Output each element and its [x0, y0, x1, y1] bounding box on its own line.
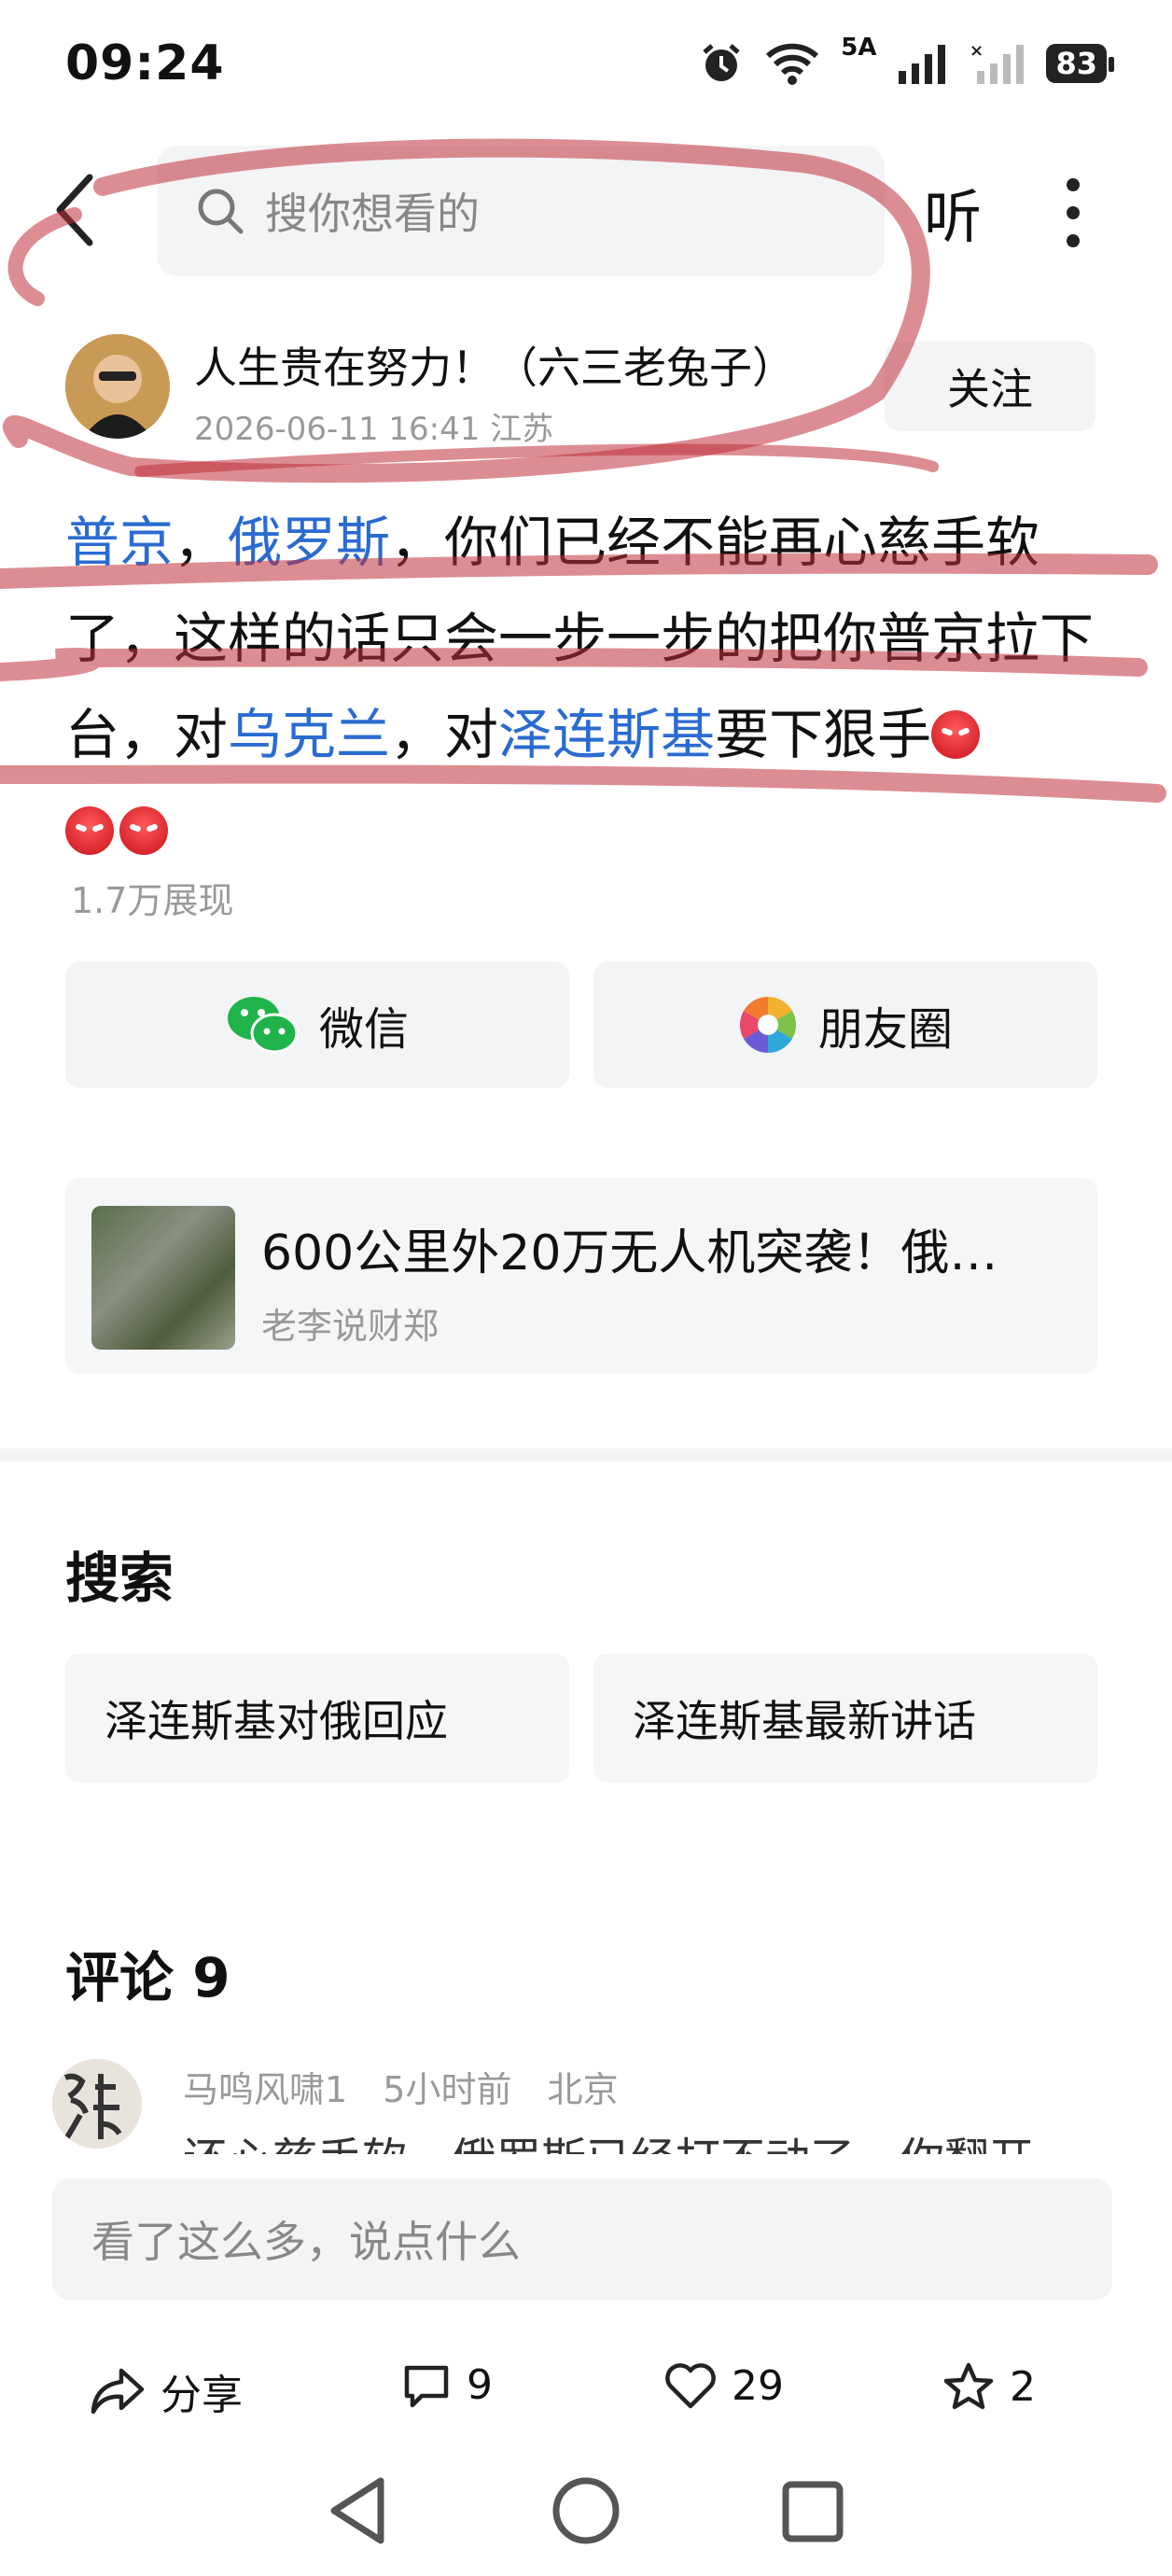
angry-emoji-icon [65, 806, 114, 855]
author-avatar[interactable] [65, 334, 170, 439]
svg-text:×: × [970, 41, 984, 61]
section-divider [0, 1449, 1172, 1462]
favorite-count: 2 [1010, 2362, 1036, 2411]
signal-off-icon: × [970, 41, 1025, 84]
share-moments-label: 朋友圈 [817, 1003, 953, 1056]
search-suggestion-chip[interactable]: 泽连斯基最新讲话 [593, 1654, 1097, 1783]
comment-text: 还心慈手软，俄罗斯已经打不动了，你翻开 [183, 2122, 1116, 2154]
share-icon [91, 2368, 145, 2415]
post-keyword-link[interactable]: 俄罗斯 [228, 511, 390, 574]
more-icon[interactable] [1064, 175, 1082, 250]
comment-button[interactable]: 9 [401, 2361, 493, 2409]
status-icons: 5A × 83 [699, 34, 1114, 90]
like-button[interactable]: 29 [664, 2361, 784, 2410]
avatar-image [65, 334, 170, 439]
author-name[interactable]: 人生贵在努力！（六三老兔子） [194, 334, 795, 396]
alarm-icon [703, 44, 740, 81]
search-icon [198, 189, 244, 234]
wifi-icon [766, 43, 819, 85]
heart-icon [665, 2363, 716, 2409]
share-button[interactable]: 分享 [90, 2361, 243, 2421]
listen-button[interactable]: 听 [924, 170, 982, 254]
nav-back-icon[interactable] [327, 2473, 392, 2548]
nav-recents-icon[interactable] [780, 2479, 845, 2544]
view-count: 1.7万展现 [71, 880, 234, 921]
search-placeholder: 搜你想看的 [265, 189, 480, 239]
post-text: 普京，俄罗斯，你们已经不能再心慈手软了，这样的话只会一步一步的把你普京拉下台，对… [65, 495, 1110, 879]
follow-button[interactable]: 关注 [885, 342, 1095, 431]
related-article-title: 600公里外20万无人机突袭！俄… [261, 1225, 998, 1281]
comment-input-placeholder: 看了这么多，说点什么 [91, 2217, 521, 2267]
search-suggestion-chip[interactable]: 泽连斯基对俄回应 [65, 1654, 569, 1783]
comment-count: 9 [467, 2361, 493, 2409]
wechat-icon [227, 997, 299, 1054]
angry-emoji-icon [119, 806, 168, 855]
comment-user[interactable]: 马鸣风啸1 [183, 2069, 347, 2110]
post-text-segment: ， [174, 511, 229, 574]
comment-meta: 马鸣风啸1 5小时前 北京 [183, 2061, 619, 2112]
post-text-segment: ，对 [390, 703, 499, 766]
moments-icon [739, 997, 797, 1053]
nav-home-icon[interactable] [549, 2473, 623, 2548]
battery-indicator: 83 [1046, 44, 1114, 83]
favorite-button[interactable]: 2 [942, 2361, 1036, 2412]
status-time: 09:24 [65, 35, 225, 91]
commenter-avatar-image [52, 2059, 142, 2149]
comment-input[interactable]: 看了这么多，说点什么 [52, 2178, 1112, 2300]
search-section-title: 搜索 [65, 1547, 174, 1610]
share-wechat-button[interactable]: 微信 [65, 961, 569, 1088]
comment-location: 北京 [547, 2069, 619, 2110]
related-article-card[interactable]: 600公里外20万无人机突袭！俄… 老李说财郑 [65, 1178, 1097, 1374]
related-article-source: 老李说财郑 [261, 1306, 440, 1347]
comments-title: 评论 9 [65, 1946, 230, 2009]
post-keyword-link[interactable]: 普京 [65, 511, 174, 574]
related-article-thumbnail [91, 1206, 235, 1350]
post-keyword-link[interactable]: 泽连斯基 [498, 703, 715, 766]
comment-icon [404, 2365, 449, 2407]
signal-icon [899, 45, 946, 84]
network-type-label: 5A [841, 34, 877, 62]
search-input[interactable]: 搜你想看的 [157, 146, 885, 276]
back-icon[interactable] [49, 168, 105, 252]
commenter-avatar[interactable] [52, 2059, 142, 2149]
star-icon [943, 2362, 994, 2410]
share-wechat-label: 微信 [318, 1003, 409, 1056]
post-keyword-link[interactable]: 乌克兰 [228, 703, 390, 766]
post-meta: 2026-06-11 16:41 江苏 [194, 411, 554, 448]
post-text-segment: 要下狠手 [715, 703, 932, 766]
share-label: 分享 [160, 2372, 243, 2419]
comment-time: 5小时前 [383, 2069, 512, 2110]
share-moments-button[interactable]: 朋友圈 [593, 961, 1097, 1088]
like-count: 29 [732, 2361, 784, 2410]
angry-emoji-icon [931, 710, 981, 759]
